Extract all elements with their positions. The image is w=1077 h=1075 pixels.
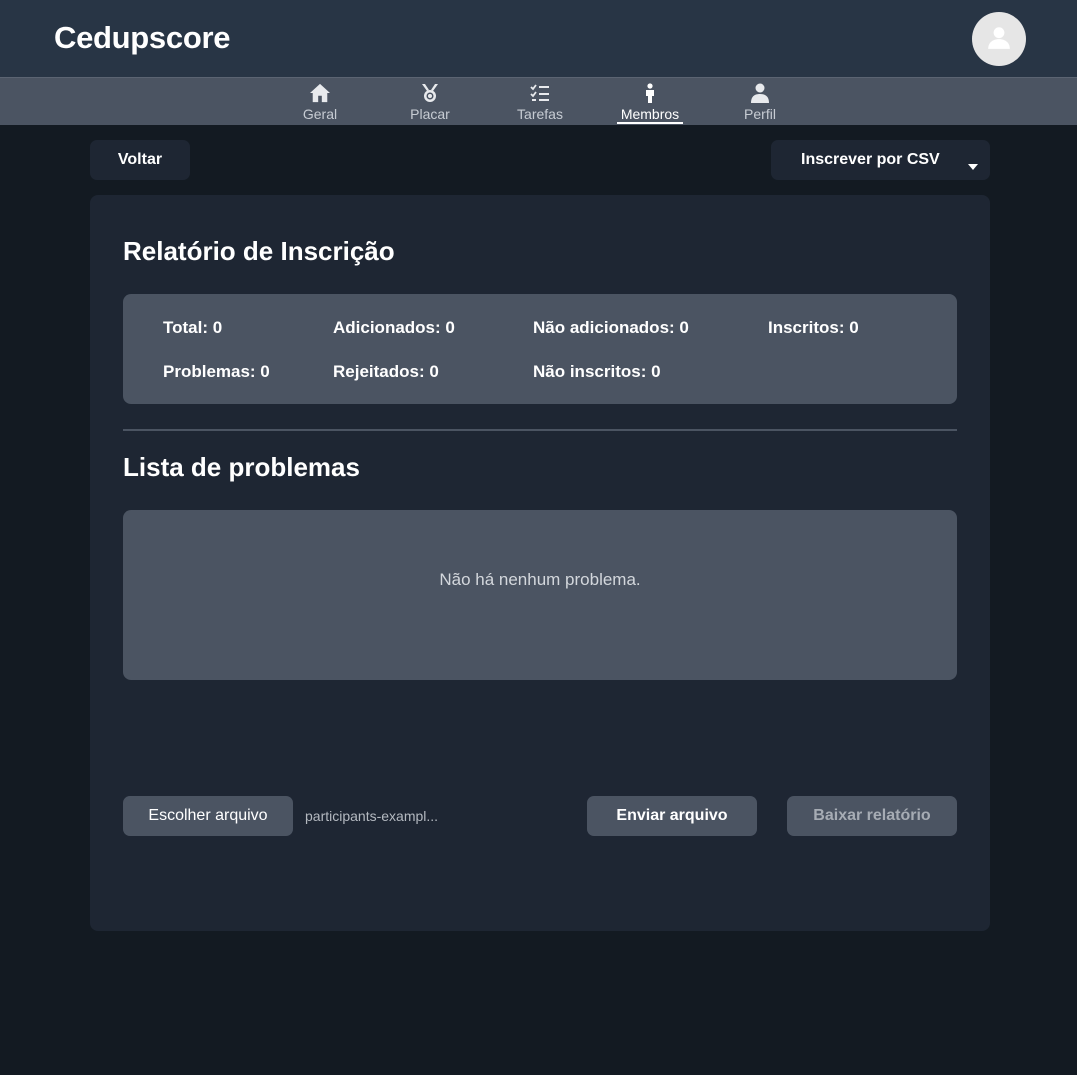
report-stats-box: Total: 0 Adicionados: 0 Não adicionados:… — [123, 294, 957, 404]
active-tab-indicator — [617, 122, 683, 124]
nav-label: Tarefas — [517, 106, 563, 122]
user-avatar-button[interactable] — [972, 12, 1026, 66]
app-title: Cedupscore — [54, 20, 231, 55]
stat-added: Adicionados: 0 — [333, 318, 455, 337]
user-avatar-icon — [986, 24, 1012, 55]
download-report-button[interactable]: Baixar relatório — [787, 796, 957, 836]
home-icon — [309, 83, 331, 103]
enroll-csv-label: Inscrever por CSV — [801, 151, 940, 168]
stat-problems: Problemas: 0 — [163, 362, 270, 381]
chevron-down-icon — [968, 157, 978, 175]
user-icon — [751, 83, 769, 103]
nav-item-perfil[interactable]: Perfil — [715, 78, 805, 126]
nav-item-placar[interactable]: Placar — [385, 78, 475, 126]
problems-title: Lista de problemas — [123, 452, 360, 482]
nav-item-geral[interactable]: Geral — [275, 78, 365, 126]
main-nav: Geral Placar Tarefas Membros Perfil — [0, 77, 1077, 125]
top-header: Cedupscore — [0, 0, 1077, 77]
back-button[interactable]: Voltar — [90, 140, 190, 180]
enrollment-report-card: Relatório de Inscrição Total: 0 Adiciona… — [90, 195, 990, 931]
task-list-icon — [530, 83, 550, 103]
selected-file-name: participants-exampl... — [305, 808, 439, 824]
stat-not-added: Não adicionados: 0 — [533, 318, 689, 337]
nav-label: Perfil — [744, 106, 776, 122]
send-file-button[interactable]: Enviar arquivo — [587, 796, 757, 836]
medal-icon — [420, 83, 440, 103]
nav-item-membros[interactable]: Membros — [605, 78, 695, 126]
enroll-csv-dropdown[interactable]: Inscrever por CSV — [771, 140, 990, 180]
empty-problems-message: Não há nenhum problema. — [439, 570, 641, 589]
stat-total: Total: 0 — [163, 318, 223, 337]
nav-label: Geral — [302, 106, 338, 122]
person-icon — [644, 83, 656, 103]
divider — [123, 429, 957, 431]
nav-label: Membros — [620, 106, 680, 122]
problems-list-box: Não há nenhum problema. — [123, 510, 957, 680]
stat-enrolled: Inscritos: 0 — [768, 318, 859, 337]
nav-label: Placar — [410, 106, 450, 122]
choose-file-button[interactable]: Escolher arquivo — [123, 796, 293, 836]
report-title: Relatório de Inscrição — [123, 236, 395, 266]
stat-rejected: Rejeitados: 0 — [333, 362, 439, 381]
stat-not-enrolled: Não inscritos: 0 — [533, 362, 661, 381]
nav-item-tarefas[interactable]: Tarefas — [495, 78, 585, 126]
